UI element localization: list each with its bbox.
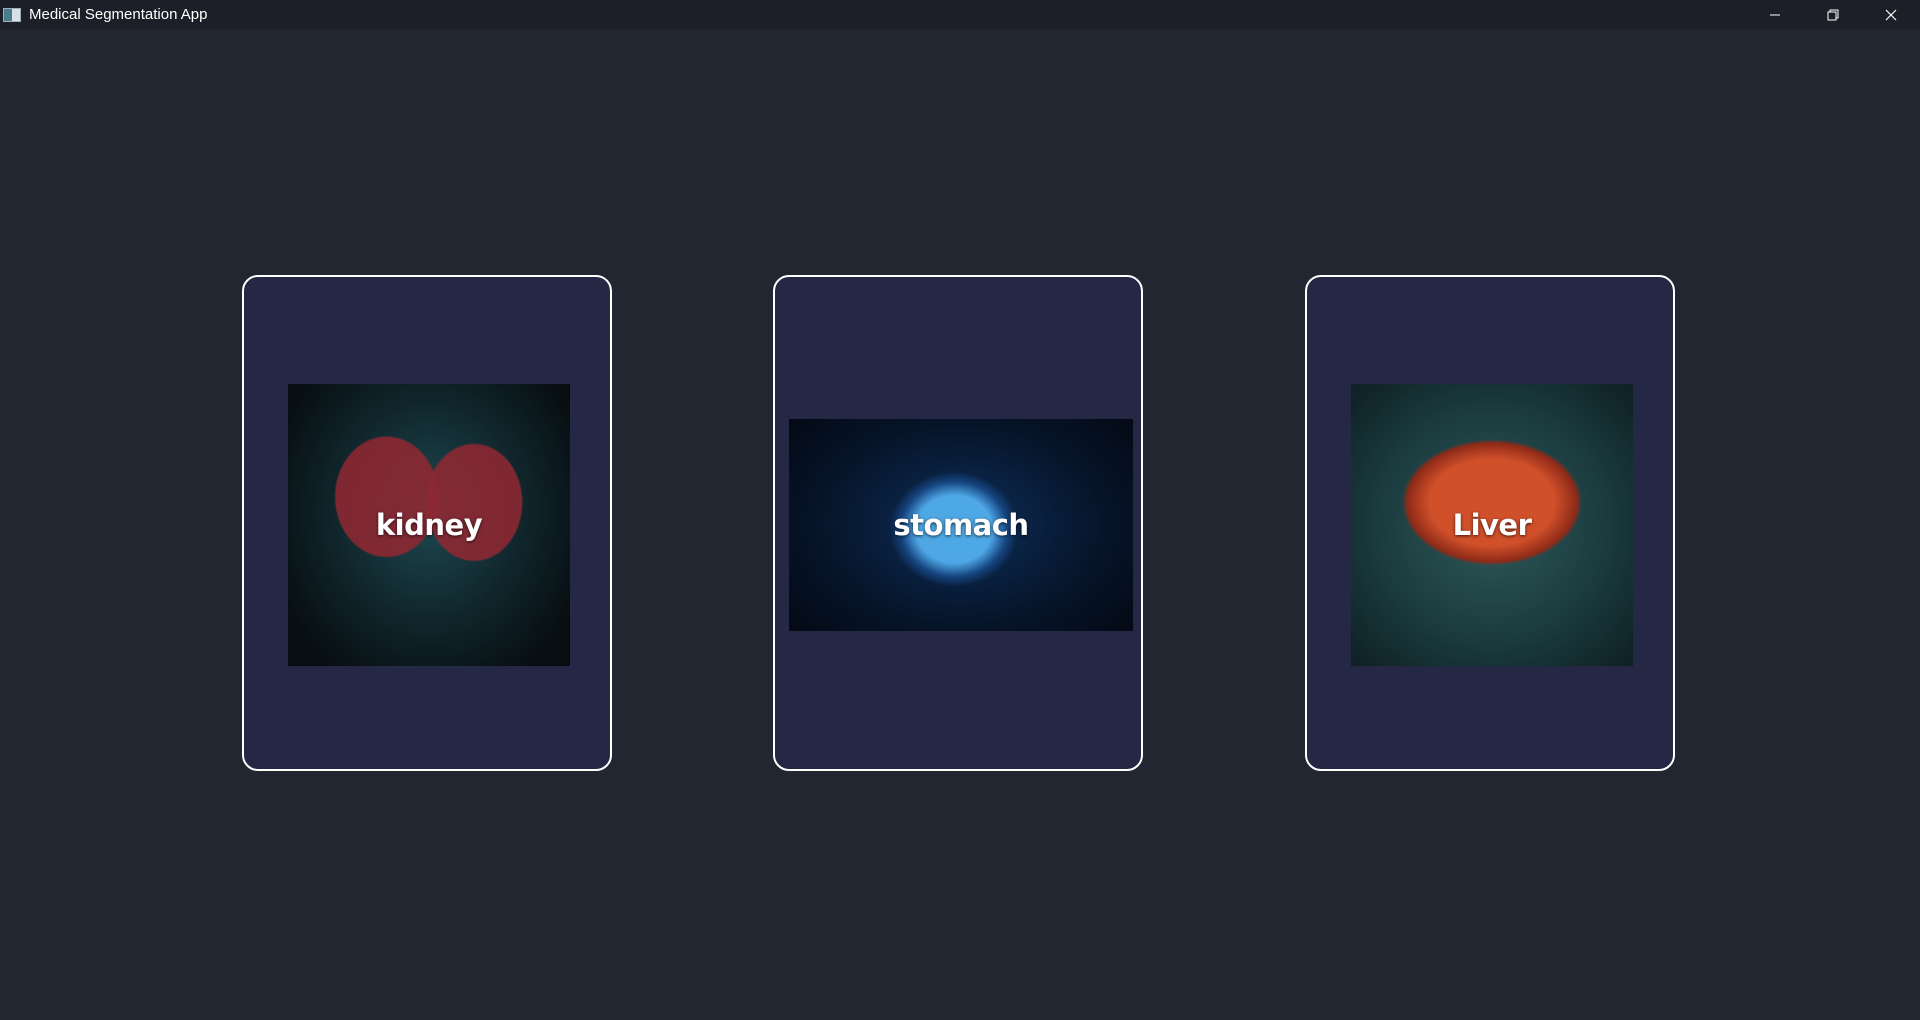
- stomach-label: stomach: [893, 508, 1029, 542]
- liver-image: Liver: [1351, 384, 1633, 666]
- restore-icon: [1827, 9, 1839, 20]
- app-icon: [3, 7, 21, 22]
- title-bar: Medical Segmentation App: [0, 0, 1920, 29]
- window-controls: [1746, 0, 1920, 29]
- window-title: Medical Segmentation App: [29, 6, 208, 23]
- kidney-label: kidney: [375, 508, 483, 542]
- close-icon: [1885, 9, 1897, 20]
- minimize-icon: [1770, 14, 1780, 15]
- kidney-image: kidney: [288, 384, 570, 666]
- kidney-card[interactable]: kidney: [242, 275, 612, 771]
- restore-button[interactable]: [1804, 0, 1862, 29]
- stomach-image: stomach: [789, 419, 1133, 631]
- close-button[interactable]: [1862, 0, 1920, 29]
- minimize-button[interactable]: [1746, 0, 1804, 29]
- liver-card[interactable]: Liver: [1305, 275, 1675, 771]
- liver-label: Liver: [1452, 508, 1532, 542]
- stomach-card[interactable]: stomach: [773, 275, 1143, 771]
